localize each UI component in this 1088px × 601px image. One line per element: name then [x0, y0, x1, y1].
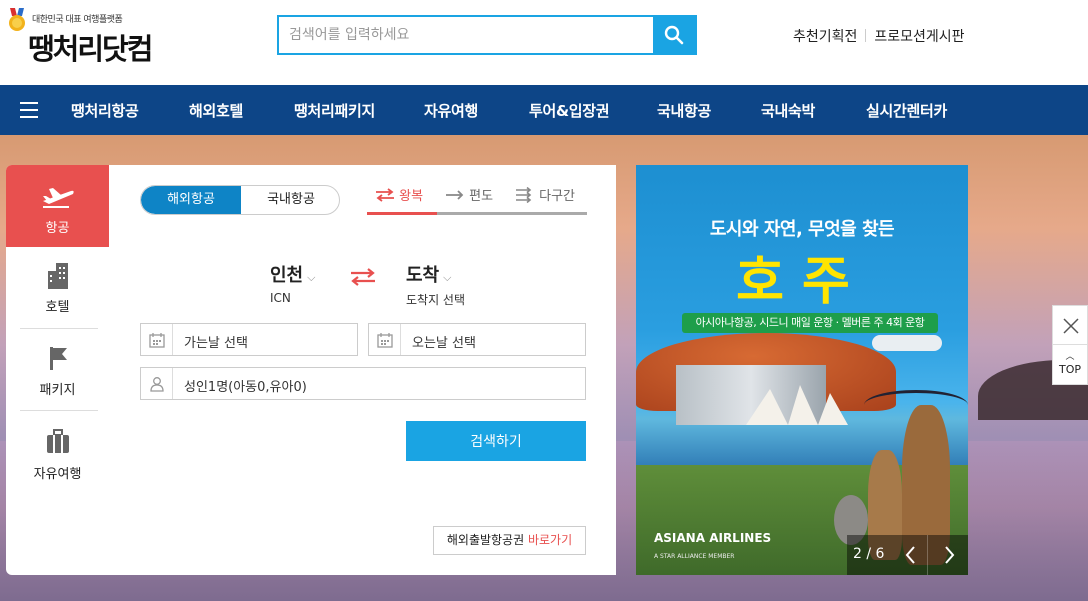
suitcase-icon [46, 429, 69, 453]
person-icon [150, 377, 164, 392]
return-date-field[interactable]: 오는날 선택 [368, 323, 586, 356]
promo-banner[interactable]: 도시와 자연, 무엇을 찾든 호주 아시아나항공, 시드니 매일 운항 · 멜버… [636, 165, 968, 575]
top-links: 추천기획전 프로모션게시판 [793, 26, 965, 46]
building-icon [47, 263, 68, 289]
chevron-right-icon[interactable] [937, 543, 961, 567]
flight-search-panel: 해외항공 국내항공 왕복 편도 다구간 인천 ⌵ ICN 도착 ⌵ 도착지 선택… [109, 165, 616, 575]
destination-selector[interactable]: 도착 ⌵ 도착지 선택 [406, 261, 465, 308]
chevron-up-icon: ︿ [1065, 352, 1075, 362]
arrow-right-icon [446, 190, 464, 200]
calendar-icon [377, 333, 393, 348]
divider [20, 410, 98, 411]
tab-air[interactable]: 항공 [6, 165, 117, 247]
nav-item-free-travel[interactable]: 자유여행 [424, 100, 478, 121]
destination-city: 도착 [406, 265, 440, 286]
scroll-top-button[interactable]: ︿ TOP [1052, 345, 1088, 385]
search-input[interactable] [279, 17, 653, 53]
origin-selector[interactable]: 인천 ⌵ ICN [270, 261, 315, 305]
tab-package-label: 패키지 [39, 383, 76, 398]
header: 대한민국 대표 여행플랫폼 땡처리닷컴 추천기획전 프로모션게시판 [0, 0, 1088, 85]
passenger-icon-box [141, 368, 173, 399]
trip-tabs-active-underline [367, 212, 437, 215]
search-button[interactable] [653, 17, 695, 53]
toggle-domestic[interactable]: 국내항공 [241, 186, 339, 214]
flight-type-toggle: 해외항공 국내항공 [140, 185, 340, 215]
search-box [277, 15, 697, 55]
logo-text: 땡처리닷컴 [28, 32, 153, 66]
airplane-icon [42, 188, 74, 208]
divider [927, 535, 928, 575]
airport-link-button[interactable]: 해외출발항공권 바로가기 [433, 526, 586, 555]
scroll-top-label: TOP [1058, 363, 1081, 376]
airport-link-text: 해외출발항공권 [446, 533, 525, 547]
logo[interactable]: 대한민국 대표 여행플랫폼 땡처리닷컴 [6, 8, 176, 72]
tab-package[interactable]: 패키지 [6, 345, 109, 398]
close-icon [1063, 318, 1079, 334]
banner-pagination: 2 / 6 [847, 535, 968, 575]
link-recommended[interactable]: 추천기획전 [793, 29, 857, 45]
toggle-international[interactable]: 해외항공 [141, 186, 241, 214]
tab-oneway-label: 편도 [469, 189, 494, 204]
banner-headline: 도시와 자연, 무엇을 찾든 [709, 219, 895, 240]
chevron-left-icon[interactable] [899, 543, 923, 567]
nav-item-hotel[interactable]: 해외호텔 [189, 100, 243, 121]
banner-brand: ASIANA AIRLINES [654, 531, 772, 545]
airport-link-highlight: 바로가기 [527, 533, 573, 547]
return-date-icon-box [369, 324, 401, 355]
flag-icon [49, 347, 67, 370]
divider [865, 29, 867, 42]
chevron-down-icon: ⌵ [443, 271, 452, 284]
medal-icon [9, 8, 25, 31]
banner-title: 호주 [736, 252, 868, 312]
nav-item-package[interactable]: 땡처리패키지 [294, 100, 375, 121]
depart-date-text: 가는날 선택 [184, 336, 248, 351]
origin-code: ICN [270, 291, 291, 305]
origin-city: 인천 [270, 265, 304, 286]
airplane-illustration [872, 335, 942, 351]
nav-item-rentcar[interactable]: 실시간렌터카 [866, 100, 947, 121]
swap-route-icon[interactable] [349, 267, 377, 287]
search-icon [664, 25, 684, 45]
tab-oneway[interactable]: 편도 [445, 185, 493, 215]
passenger-field[interactable]: 성인1명(아동0,유아0) [140, 367, 586, 400]
tab-roundtrip[interactable]: 왕복 [375, 185, 423, 215]
nav-item-domestic-air[interactable]: 국내항공 [657, 100, 711, 121]
tab-hotel[interactable]: 호텔 [6, 261, 109, 315]
depart-date-field[interactable]: 가는날 선택 [140, 323, 358, 356]
float-close-button[interactable] [1052, 305, 1088, 345]
category-tabs: 항공 호텔 패키지 자유여행 [6, 165, 117, 575]
flight-search-button[interactable]: 검색하기 [406, 421, 586, 461]
nav-item-tour[interactable]: 투어&입장권 [529, 100, 610, 121]
passenger-text: 성인1명(아동0,유아0) [184, 380, 307, 395]
tab-multicity-label: 다구간 [539, 189, 576, 204]
trip-type-tabs: 왕복 편도 다구간 [367, 185, 587, 215]
chevron-down-icon: ⌵ [307, 271, 316, 284]
tab-multicity[interactable]: 다구간 [515, 185, 575, 215]
depart-date-icon-box [141, 324, 173, 355]
hamburger-menu-icon[interactable] [20, 102, 38, 118]
calendar-icon [149, 333, 165, 348]
tab-free-travel-label: 자유여행 [33, 467, 82, 482]
banner-subline: 아시아나항공, 시드니 매일 운항 · 멜버른 주 4회 운항 [682, 313, 938, 333]
tab-roundtrip-label: 왕복 [399, 189, 424, 204]
tab-free-travel[interactable]: 자유여행 [6, 429, 109, 482]
divider [20, 328, 98, 329]
swap-arrows-icon [376, 188, 394, 202]
tab-hotel-label: 호텔 [45, 300, 70, 315]
tab-air-label: 항공 [45, 221, 70, 236]
nav-item-domestic-stay[interactable]: 국내숙박 [761, 100, 815, 121]
nav-item-air[interactable]: 땡처리항공 [71, 100, 139, 121]
multi-arrows-icon [516, 186, 532, 204]
banner-brand-sub: A STAR ALLIANCE MEMBER [654, 553, 735, 560]
return-date-text: 오는날 선택 [412, 336, 476, 351]
main-nav: 땡처리항공 해외호텔 땡처리패키지 자유여행 투어&입장권 국내항공 국내숙박 … [0, 85, 1088, 135]
banner-counter: 2 / 6 [853, 546, 885, 562]
destination-sub: 도착지 선택 [406, 293, 466, 307]
link-promotion[interactable]: 프로모션게시판 [874, 29, 964, 45]
logo-tagline: 대한민국 대표 여행플랫폼 [32, 15, 123, 25]
